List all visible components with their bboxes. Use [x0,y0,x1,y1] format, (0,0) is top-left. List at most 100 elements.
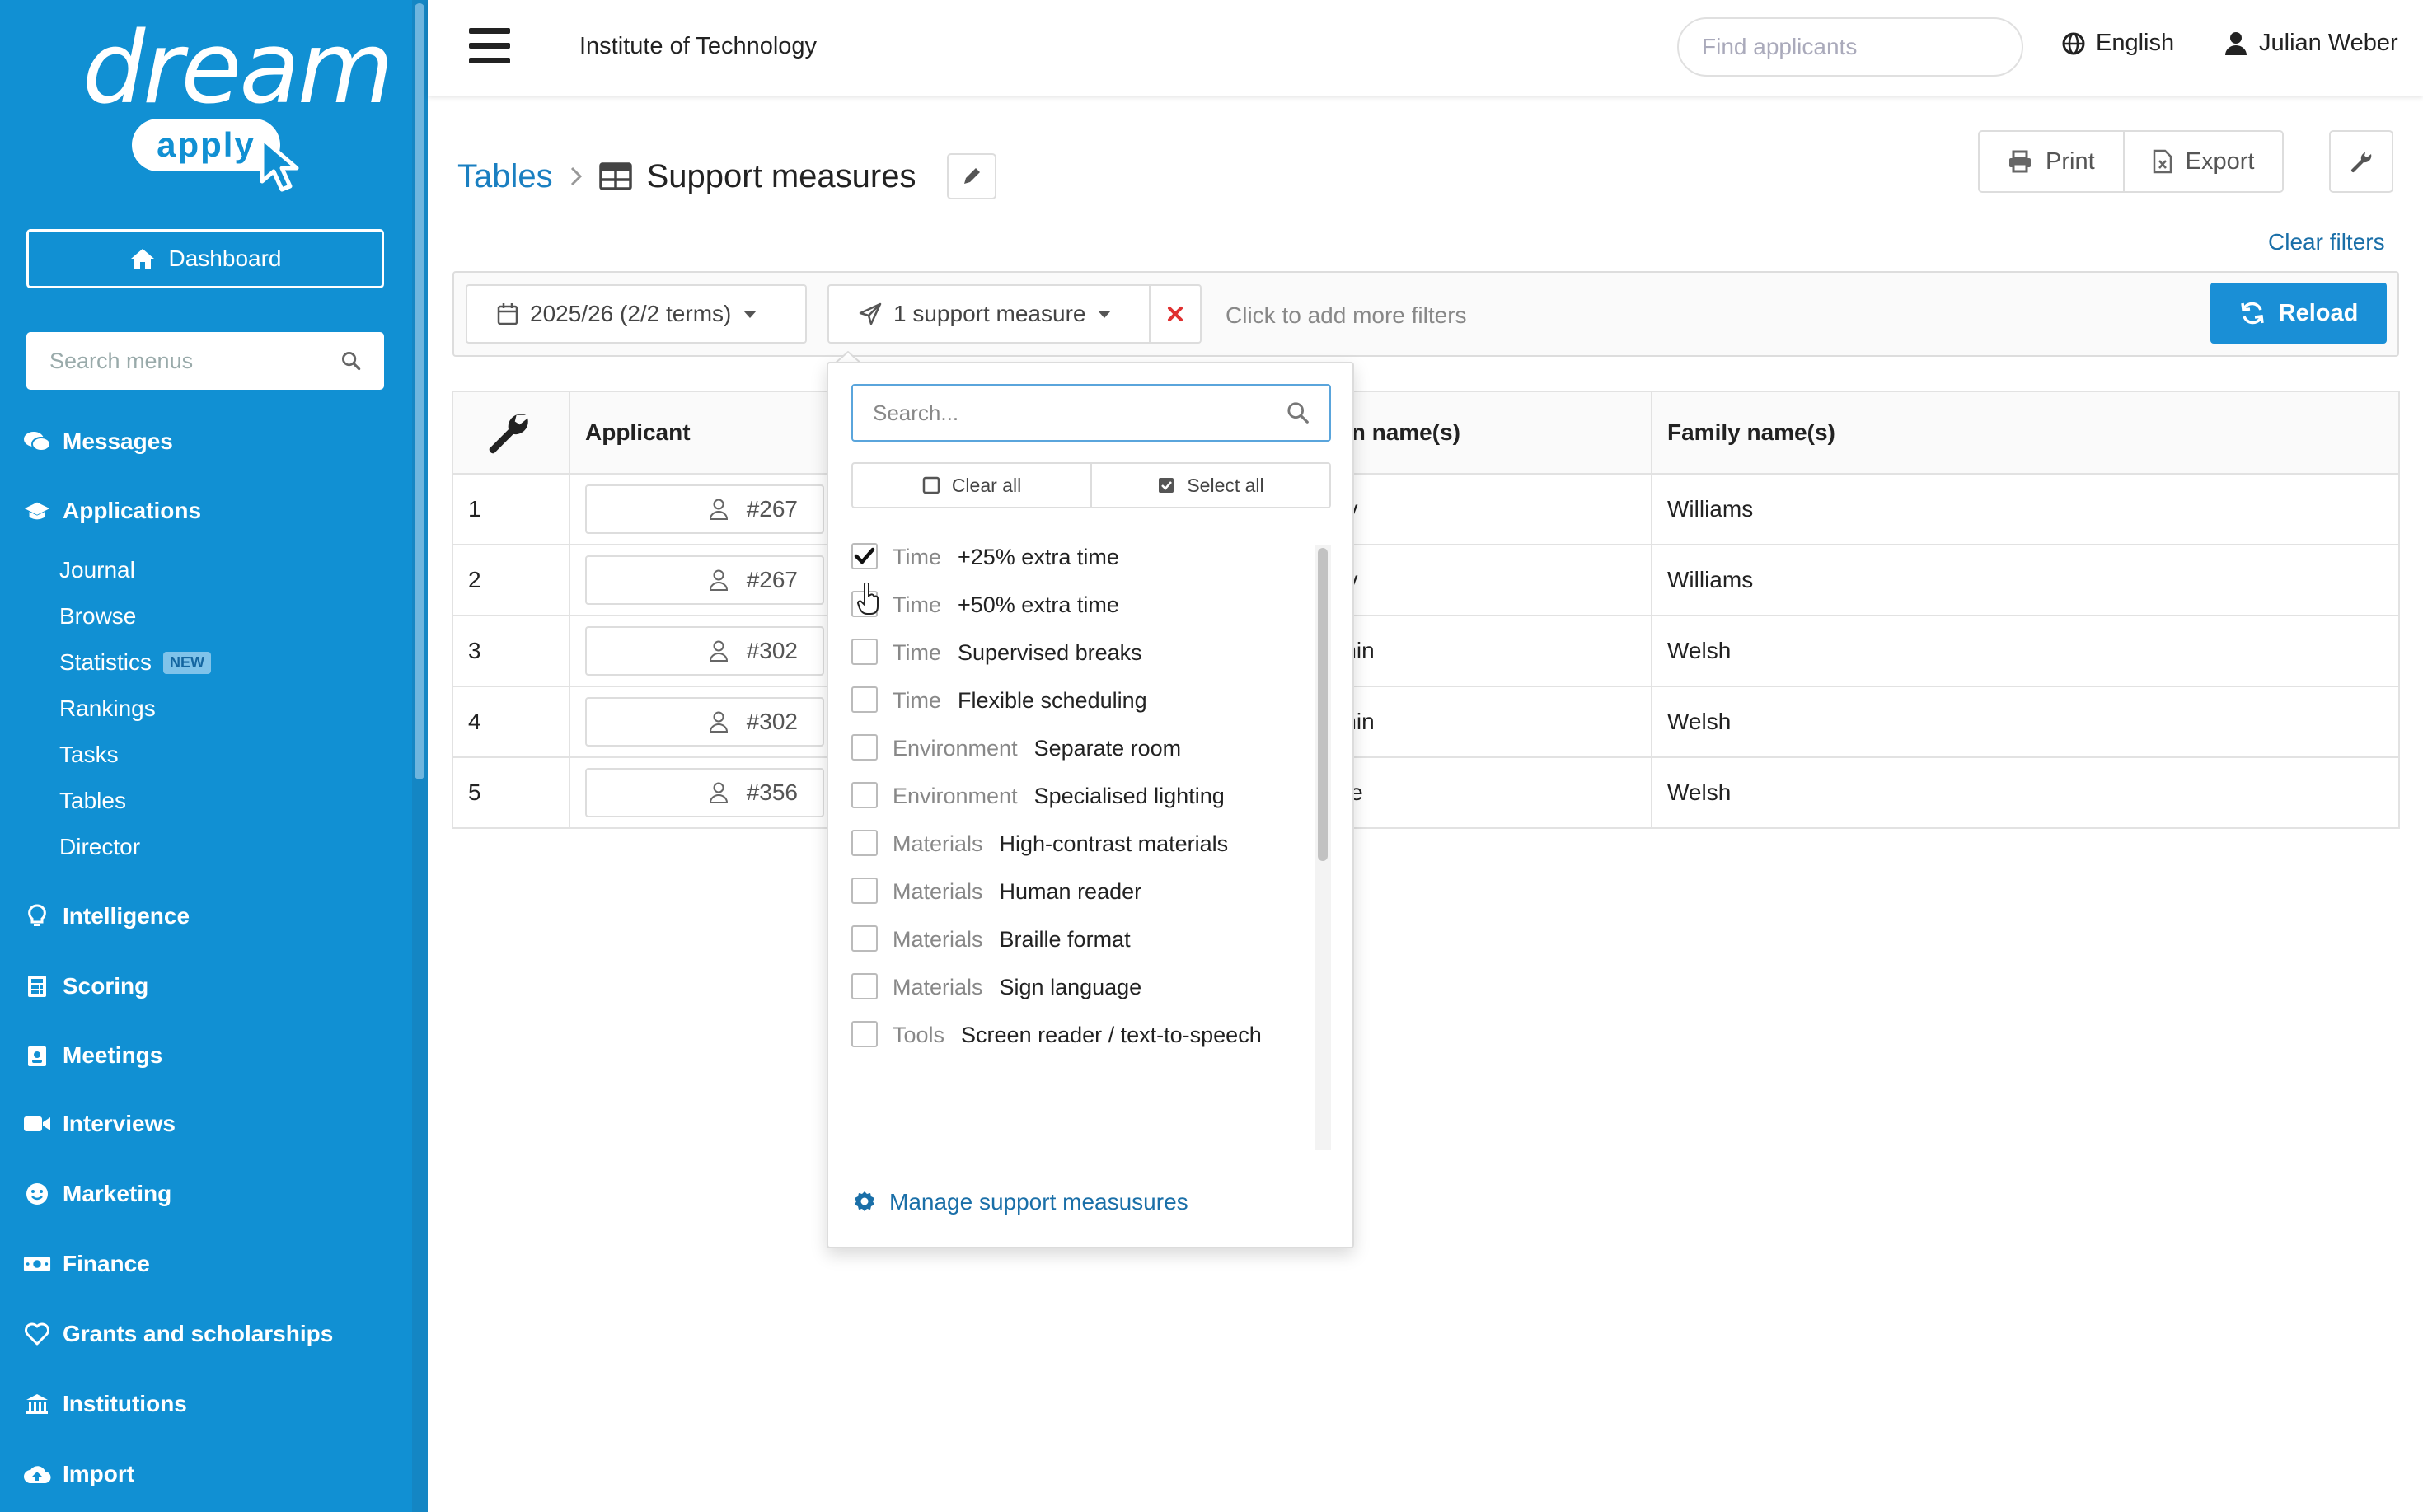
support-measure-option[interactable]: Materials Braille format [851,925,1296,953]
manage-support-measures-link[interactable]: Manage support measusures [853,1189,1188,1215]
clear-filters-link[interactable]: Clear filters [2268,229,2385,255]
sidebar-scrollbar-thumb[interactable] [415,3,424,779]
institution-icon [26,1394,48,1414]
home-icon [130,249,154,269]
sidebar-item-institutions[interactable]: Institutions [23,1391,187,1417]
sidebar-sub-label: Browse [59,603,137,629]
support-measure-option[interactable]: Materials Sign language [851,973,1296,1001]
menu-search[interactable] [26,332,384,390]
reload-button[interactable]: Reload [2210,283,2387,344]
option-checkbox[interactable] [851,1021,878,1047]
applicant-link[interactable]: #302 [585,626,824,676]
support-measure-filter[interactable]: 1 support measure [827,284,1151,344]
row-index: 1 [452,473,570,545]
sidebar-item-meetings[interactable]: Meetings [23,1042,162,1069]
dropdown-search[interactable] [851,384,1331,442]
option-checkbox[interactable] [851,782,878,808]
table-row[interactable]: 4 #302 Domestic Tasmin Welsh [452,686,2400,758]
add-filters-link[interactable]: Click to add more filters [1226,302,1467,329]
sidebar-item-grants[interactable]: Grants and scholarships [23,1321,333,1347]
sidebar-item-label: Grants and scholarships [63,1321,334,1346]
option-checkbox[interactable] [851,639,878,665]
hamburger-icon[interactable] [469,28,510,64]
user-menu[interactable]: Julian Weber [2224,30,2398,57]
table-row[interactable]: 2 #267 nternational Emily Williams [452,544,2400,616]
sidebar-item-interviews[interactable]: Interviews [23,1111,176,1137]
dashboard-button[interactable]: Dashboard [26,229,384,288]
option-checkbox[interactable] [851,543,878,569]
option-checkbox[interactable] [851,830,878,856]
sidebar-item-messages[interactable]: Messages [23,428,173,455]
option-label: +50% extra time [958,592,1119,617]
dropdown-scrollbar-thumb[interactable] [1318,548,1328,861]
sidebar-sub-rankings[interactable]: Rankings [59,695,156,722]
select-all-button[interactable]: Select all [1090,464,1329,507]
sidebar-sub-browse[interactable]: Browse [59,603,136,630]
support-measure-option[interactable]: ToolsScreen reader / text-to-speech soft… [851,1021,1296,1054]
sidebar-sub-tasks[interactable]: Tasks [59,742,119,768]
header-family-names[interactable]: Family name(s) [1651,391,2400,475]
clear-all-button[interactable]: Clear all [853,464,1090,507]
print-button[interactable]: Print [1980,132,2123,191]
term-filter[interactable]: 2025/26 (2/2 terms) [466,284,807,344]
table-settings-button[interactable] [2329,130,2393,193]
remove-filter-button[interactable] [1149,284,1202,344]
paper-plane-icon [859,302,882,325]
table-row[interactable]: 5 #356 Domestic Jaime Welsh [452,756,2400,829]
sidebar-item-finance[interactable]: Finance [23,1251,150,1277]
sidebar-item-intelligence[interactable]: Intelligence [23,903,190,929]
support-measure-option[interactable]: Time +50% extra time [851,591,1296,619]
option-checkbox[interactable] [851,878,878,904]
breadcrumb-tables-link[interactable]: Tables [457,158,553,195]
search-icon [1287,402,1309,424]
support-measure-option[interactable]: Time +25% extra time [851,543,1296,571]
table-row[interactable]: 1 #267 nternational Emily Williams [452,473,2400,545]
option-checkbox[interactable] [851,973,878,999]
applicant-id: #267 [746,496,798,522]
option-checkbox[interactable] [851,686,878,713]
support-measure-option[interactable]: Time Flexible scheduling [851,686,1296,714]
support-measure-option[interactable]: Materials Human reader [851,878,1296,906]
support-measure-option[interactable]: Environment Separate room [851,734,1296,762]
column-settings-header[interactable] [452,391,570,475]
wrench-icon[interactable] [485,409,532,456]
table-row[interactable]: 3 #302 Domestic Tasmin Welsh [452,615,2400,687]
sidebar-sub-journal[interactable]: Journal [59,557,135,583]
option-category: Materials [893,879,983,904]
sidebar-item-marketing[interactable]: Marketing [23,1181,171,1207]
option-category: Environment [893,736,1018,761]
support-measure-option[interactable]: Materials High-contrast materials [851,830,1296,858]
dreamapply-logo[interactable]: dream apply [82,12,394,193]
menu-search-input[interactable] [49,348,341,374]
option-checkbox[interactable] [851,734,878,761]
sidebar-item-scoring[interactable]: Scoring [23,973,148,999]
sidebar-sub-tables[interactable]: Tables [59,788,126,814]
support-measure-option[interactable]: Time Supervised breaks [851,639,1296,667]
sidebar-item-label: Applications [63,498,202,523]
applicant-link[interactable]: #302 [585,697,824,747]
find-applicants-input[interactable] [1702,34,1999,60]
sidebar-item-applications[interactable]: Applications [23,498,201,524]
search-icon[interactable] [341,349,361,373]
support-measure-option[interactable]: Environment Specialised lighting [851,782,1296,810]
sidebar-sub-statistics[interactable]: Statistics NEW [59,649,212,676]
header-applicant[interactable]: Applicant [569,391,859,475]
chevron-right-icon [570,166,582,186]
hand-pointer-icon [857,583,879,615]
edit-title-button[interactable] [947,153,997,199]
user-outline-icon [709,711,728,733]
row-index: 3 [452,615,570,687]
applicant-link[interactable]: #356 [585,768,824,817]
user-outline-icon [709,569,728,591]
sidebar-sub-director[interactable]: Director [59,834,140,860]
option-checkbox[interactable] [851,925,878,952]
dropdown-search-input[interactable] [873,400,1286,426]
sidebar-item-import[interactable]: Import [23,1461,134,1487]
export-button[interactable]: Export [2122,132,2283,191]
institute-name: Institute of Technology [579,33,818,59]
applicant-link[interactable]: #267 [585,555,824,605]
language-selector[interactable]: English [2061,30,2174,57]
find-applicants-search[interactable] [1677,17,2023,77]
applicant-link[interactable]: #267 [585,484,824,534]
row-index: 4 [452,686,570,758]
